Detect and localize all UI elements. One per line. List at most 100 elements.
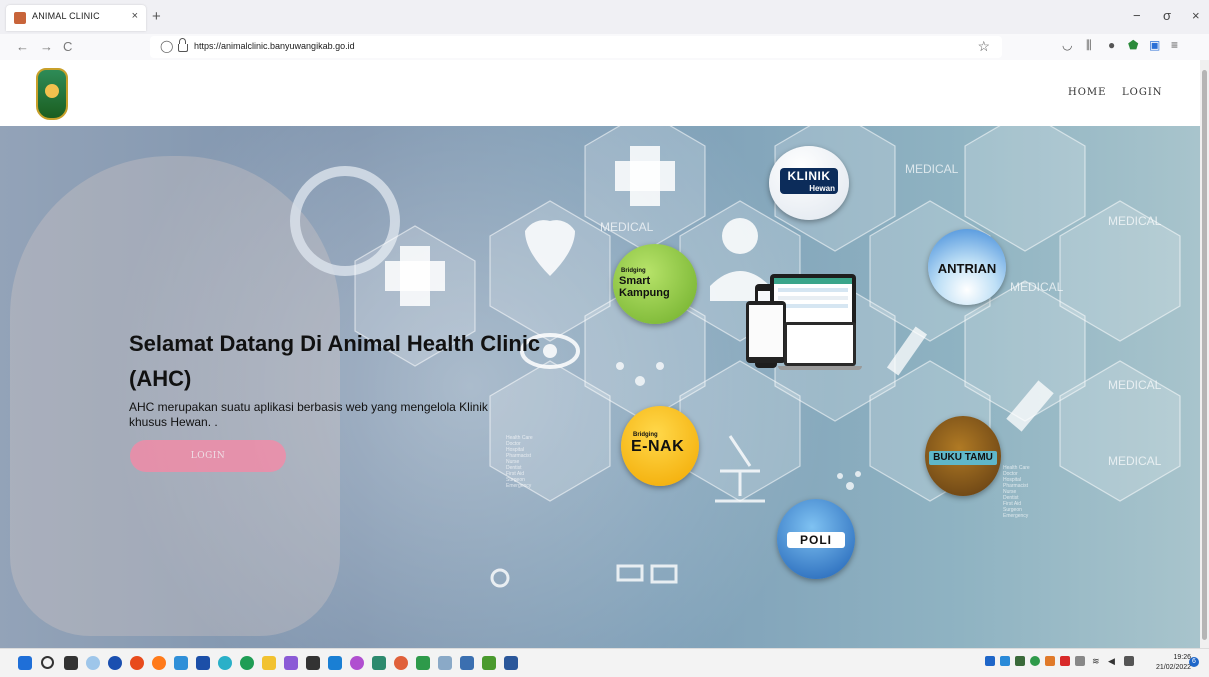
smart-kampung-bubble[interactable]: Bridging Smart Kampung xyxy=(613,244,697,324)
nav-home[interactable]: HOME xyxy=(1068,87,1106,98)
new-tab-button[interactable]: + xyxy=(152,8,161,25)
widgets-icon[interactable] xyxy=(86,656,100,670)
monitor-screen-header xyxy=(774,278,852,284)
app-icon[interactable] xyxy=(174,656,188,670)
scrollbar-thumb[interactable] xyxy=(1202,70,1207,640)
library-icon[interactable]: ⫼ xyxy=(1086,38,1092,53)
vscode-icon[interactable] xyxy=(328,656,342,670)
app-icon[interactable] xyxy=(284,656,298,670)
edge-icon[interactable] xyxy=(218,656,232,670)
app-icon[interactable] xyxy=(394,656,408,670)
restore-icon[interactable]: σ xyxy=(1163,8,1171,23)
app-icon[interactable] xyxy=(196,656,210,670)
photos-icon[interactable] xyxy=(438,656,452,670)
bg-label-medical: MEDICAL xyxy=(905,162,959,176)
tray-icon[interactable] xyxy=(1045,656,1055,666)
smart-kampung-prefix: Bridging xyxy=(621,268,646,274)
app-icon[interactable] xyxy=(372,656,386,670)
monitor-screen-row xyxy=(778,288,848,292)
bg-list-right: Health Care Doctor Hospital Pharmacist N… xyxy=(1003,465,1030,519)
klinik-hewan-bubble[interactable]: KLINIK Hewan xyxy=(769,146,849,220)
forward-button[interactable]: → xyxy=(40,39,53,54)
bg-label-medical: MEDICAL xyxy=(1108,378,1162,392)
app-icon[interactable] xyxy=(130,656,144,670)
shield-icon[interactable]: ◯ xyxy=(160,39,173,53)
clock-date: 21/02/2022 xyxy=(1156,664,1192,671)
search-icon[interactable] xyxy=(41,656,54,669)
app-icon[interactable] xyxy=(416,656,430,670)
enak-bubble[interactable]: Bridging E-NAK xyxy=(621,406,699,486)
antrian-bubble[interactable]: ANTRIAN xyxy=(928,229,1006,305)
buku-tamu-bubble[interactable]: BUKU TAMU xyxy=(925,416,1001,496)
tray-icon[interactable] xyxy=(985,656,995,666)
poli-title: POLI xyxy=(799,533,832,547)
file-explorer-icon[interactable] xyxy=(262,656,276,670)
logo-emblem xyxy=(45,84,59,98)
bg-label-medical: MEDICAL xyxy=(600,220,654,234)
hero-banner: MEDICAL MEDICAL MEDICAL MEDICAL MEDICAL … xyxy=(0,126,1200,648)
extension-grid-icon[interactable]: ▣ xyxy=(1149,38,1160,52)
extension-shield-icon[interactable]: ⬟ xyxy=(1128,38,1138,52)
app-icon[interactable] xyxy=(350,656,364,670)
battery-icon[interactable] xyxy=(1124,656,1134,666)
tab-title: ANIMAL CLINIC xyxy=(32,11,100,21)
url-text[interactable]: https://animalclinic.banyuwangikab.go.id xyxy=(194,41,355,51)
browser-tab-bar: ANIMAL CLINIC × + − σ × xyxy=(0,0,1209,34)
keyboard-icon[interactable] xyxy=(1075,656,1085,666)
app-icon[interactable] xyxy=(108,656,122,670)
wifi-icon[interactable]: ≋ xyxy=(1092,656,1102,666)
url-bar[interactable]: ◯ https://animalclinic.banyuwangikab.go.… xyxy=(150,36,1002,58)
reload-button[interactable]: C xyxy=(63,39,72,54)
monitor-screen-row xyxy=(778,296,848,300)
bg-label-medical: MEDICAL xyxy=(1010,280,1064,294)
monitor-screen-row xyxy=(778,304,848,308)
close-tab-icon[interactable]: × xyxy=(132,10,138,22)
task-view-icon[interactable] xyxy=(64,656,78,670)
tray-icon[interactable] xyxy=(1060,656,1070,666)
laptop-screen xyxy=(787,325,853,363)
klinik-title: KLINIK xyxy=(787,169,831,183)
terminal-icon[interactable] xyxy=(306,656,320,670)
bg-label-medical: MEDICAL xyxy=(1108,214,1162,228)
bg-label-medical: MEDICAL xyxy=(1108,454,1162,468)
tray-icon[interactable] xyxy=(1015,656,1025,666)
laptop-image xyxy=(784,322,856,366)
extension-icon[interactable]: ● xyxy=(1108,38,1115,52)
browser-nav-bar: ← → C ◯ https://animalclinic.banyuwangik… xyxy=(0,34,1209,61)
tablet-image xyxy=(746,301,786,363)
nav-login[interactable]: LOGIN xyxy=(1122,87,1163,98)
close-window-icon[interactable]: × xyxy=(1192,8,1200,23)
back-button[interactable]: ← xyxy=(16,39,29,54)
pocket-icon[interactable]: ◡ xyxy=(1062,38,1072,52)
site-logo[interactable] xyxy=(36,68,68,120)
app-icon[interactable] xyxy=(460,656,474,670)
laptop-base xyxy=(778,366,862,370)
volume-icon[interactable]: ◀ xyxy=(1108,656,1118,666)
lock-icon[interactable] xyxy=(178,38,188,52)
favicon-icon xyxy=(14,12,26,24)
tray-icon[interactable] xyxy=(1030,656,1040,666)
word-icon[interactable] xyxy=(504,656,518,670)
menu-icon[interactable]: ≡ xyxy=(1171,38,1178,52)
chrome-icon[interactable] xyxy=(240,656,254,670)
page-scrollbar[interactable] xyxy=(1200,60,1209,648)
firefox-icon[interactable] xyxy=(152,656,166,670)
notification-badge[interactable]: 6 xyxy=(1189,657,1199,667)
smart-kampung-title: Smart Kampung xyxy=(619,275,670,299)
hero-login-button[interactable]: LOGIN xyxy=(130,440,286,472)
app-icon[interactable] xyxy=(482,656,496,670)
minimize-icon[interactable]: − xyxy=(1133,8,1141,23)
tray-icon[interactable] xyxy=(1000,656,1010,666)
hero-title: Selamat Datang Di Animal Health Clinic (… xyxy=(129,331,541,391)
site-header: HOME LOGIN xyxy=(0,60,1200,126)
clock-time: 19:26 xyxy=(1173,654,1192,661)
start-icon[interactable] xyxy=(18,656,32,670)
bookmark-star-icon[interactable]: ☆ xyxy=(977,38,990,55)
hero-description: AHC merupakan suatu aplikasi berbasis we… xyxy=(129,400,488,429)
bg-list-left: Health Care Doctor Hospital Pharmacist N… xyxy=(506,435,533,489)
browser-tab[interactable]: ANIMAL CLINIC × xyxy=(6,5,146,31)
taskbar-clock[interactable]: 19:26 21/02/2022 xyxy=(1156,653,1191,673)
poli-bubble[interactable]: POLI xyxy=(777,499,855,579)
windows-taskbar: ≋ ◀ 19:26 21/02/2022 6 xyxy=(0,648,1209,677)
antrian-title: ANTRIAN xyxy=(937,261,997,276)
